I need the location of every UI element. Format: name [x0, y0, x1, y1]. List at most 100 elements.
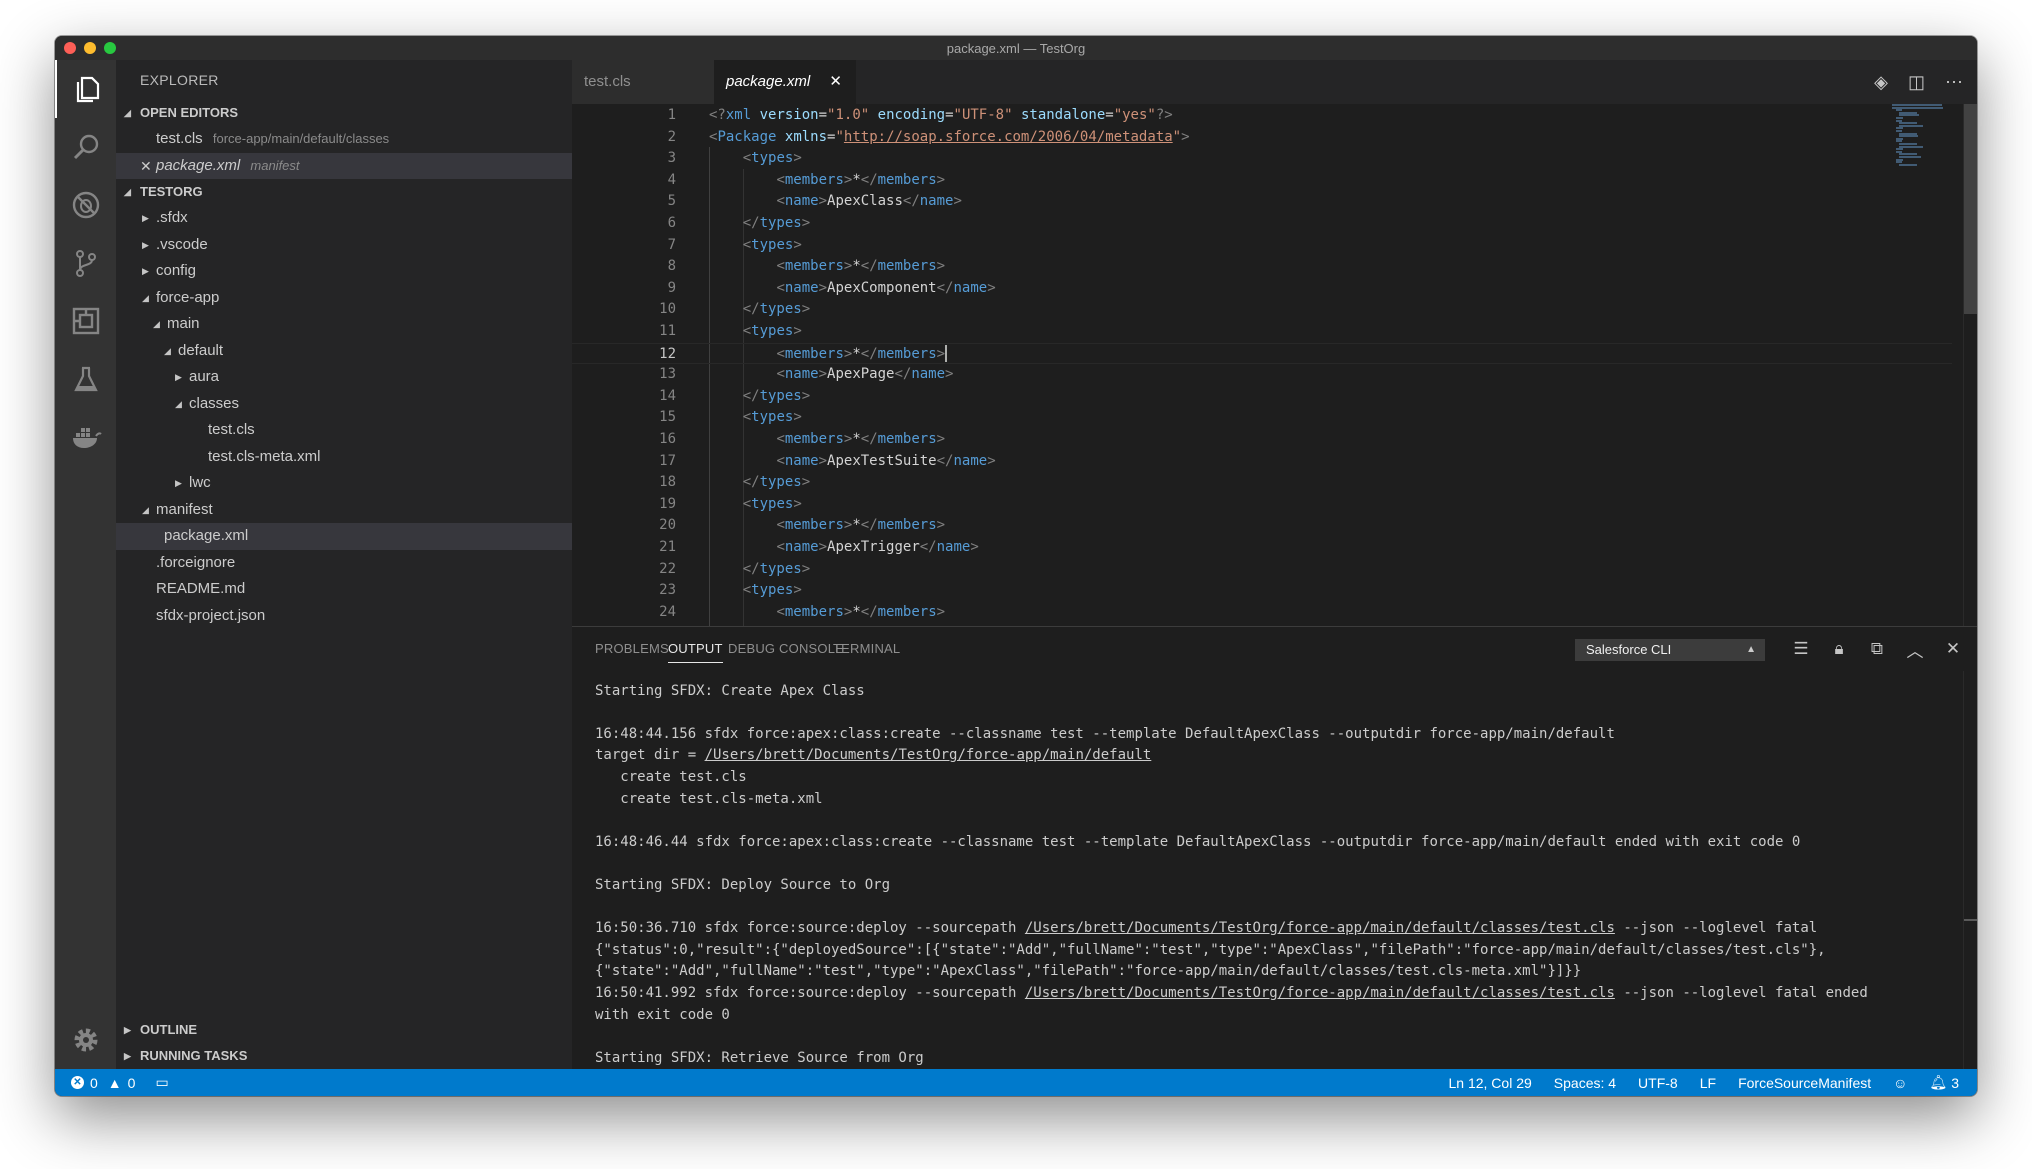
- panel-scrollbar[interactable]: [1963, 671, 1977, 1070]
- scrollbar-thumb[interactable]: [1964, 104, 1977, 314]
- tree-item[interactable]: ◢ manifest: [116, 497, 572, 524]
- output-channel-select[interactable]: Salesforce CLI ▲: [1575, 639, 1765, 661]
- minimap[interactable]: [1892, 104, 1952, 174]
- manage-activity[interactable]: [55, 1011, 116, 1069]
- code-text: <name>ApexClass</name>: [776, 193, 962, 210]
- tree-item[interactable]: .forceignore: [116, 550, 572, 577]
- lock-icon[interactable]: 🔒︎: [1820, 639, 1858, 659]
- indentation[interactable]: Spaces: 4: [1554, 1075, 1616, 1091]
- tab-output[interactable]: OUTPUT: [668, 627, 723, 671]
- line-number: 16: [659, 431, 676, 447]
- debug-activity[interactable]: [55, 176, 116, 234]
- chevron-right-icon[interactable]: ▶: [142, 258, 149, 285]
- window-minimize-button[interactable]: [84, 42, 96, 54]
- tree-item[interactable]: ◢ default: [116, 338, 572, 365]
- status-problems[interactable]: ✕ 0 ▲ 0 ▭: [71, 1069, 169, 1096]
- split-editor-icon[interactable]: ◫: [1908, 72, 1925, 93]
- line-number: 4: [667, 171, 676, 188]
- file-path-link[interactable]: /Users/brett/Documents/TestOrg/force-app…: [705, 747, 1152, 763]
- chevron-up-icon[interactable]: ︿: [1896, 637, 1934, 662]
- file-path-link[interactable]: /Users/brett/Documents/TestOrg/force-app…: [1025, 920, 1615, 936]
- select-arrows-icon: ▲: [1746, 644, 1756, 655]
- file-path-link[interactable]: /Users/brett/Documents/TestOrg/force-app…: [1025, 985, 1615, 1001]
- clear-output-icon[interactable]: ☰: [1782, 639, 1820, 659]
- tab-test-cls[interactable]: test.cls: [572, 60, 714, 104]
- tree-item[interactable]: ▶ .vscode: [116, 232, 572, 259]
- chevron-down-icon[interactable]: ◢: [153, 311, 160, 338]
- chevron-right-icon[interactable]: ▶: [142, 232, 149, 259]
- running-tasks-section-header[interactable]: ▶ RUNNING TASKS: [116, 1043, 572, 1069]
- window-title: package.xml — TestOrg: [946, 40, 1086, 56]
- chevron-down-icon[interactable]: ◢: [142, 285, 149, 312]
- cursor-position[interactable]: Ln 12, Col 29: [1448, 1075, 1531, 1091]
- tree-item-label: config: [156, 262, 197, 279]
- open-editor-name: test.cls: [156, 130, 203, 147]
- panel-tab-bar: PROBLEMS OUTPUT DEBUG CONSOLE TERMINAL S…: [572, 627, 1977, 671]
- chevron-right-icon[interactable]: ▶: [175, 470, 182, 497]
- feedback-icon[interactable]: ☺: [1893, 1075, 1907, 1091]
- open-editor-path: force-app/main/default/classes: [212, 131, 390, 146]
- tab-terminal[interactable]: TERMINAL: [833, 627, 900, 671]
- more-actions-icon[interactable]: ⋯: [1945, 72, 1963, 93]
- docker-activity[interactable]: [55, 408, 116, 466]
- open-editors-section-header[interactable]: ◢ OPEN EDITORS: [116, 100, 572, 126]
- project-section-header[interactable]: ◢ TESTORG: [116, 179, 572, 205]
- window-close-button[interactable]: [64, 42, 76, 54]
- window-maximize-button[interactable]: [104, 42, 116, 54]
- close-icon[interactable]: ✕: [829, 60, 842, 104]
- chevron-right-icon: ▶: [124, 1025, 131, 1035]
- tree-item[interactable]: ◢ force-app: [116, 285, 572, 312]
- tab-package-xml[interactable]: package.xml ✕: [714, 60, 856, 104]
- tree-item[interactable]: test.cls-meta.xml: [116, 444, 572, 471]
- outline-section-header[interactable]: ▶ OUTLINE: [116, 1017, 572, 1043]
- code-line: 6 </types>: [572, 213, 1952, 235]
- encoding[interactable]: UTF-8: [1638, 1075, 1678, 1091]
- output-line: 16:48:46.44 sfdx force:apex:class:create…: [595, 833, 1801, 850]
- tab-label: package.xml: [726, 73, 811, 90]
- tree-item[interactable]: ▶ .sfdx: [116, 205, 572, 232]
- tree-item[interactable]: ▶ aura: [116, 364, 572, 391]
- sfdx-context[interactable]: ForceSourceManifest: [1738, 1075, 1871, 1091]
- extensions-activity[interactable]: [55, 292, 116, 350]
- window-controls: [64, 42, 116, 54]
- output-view[interactable]: Starting SFDX: Create Apex Class 16:48:44…: [572, 671, 1952, 1070]
- tree-item-label: main: [167, 315, 200, 332]
- tree-item[interactable]: test.cls: [116, 417, 572, 444]
- chevron-down-icon[interactable]: ◢: [164, 338, 171, 365]
- tree-item[interactable]: ◢ main: [116, 311, 572, 338]
- code-line: 5 <name>ApexClass</name>: [572, 191, 1952, 213]
- test-activity[interactable]: [55, 350, 116, 408]
- code-editor[interactable]: 1 <?xml version="1.0" encoding="UTF-8" st…: [572, 104, 1952, 626]
- chevron-right-icon[interactable]: ▶: [175, 364, 182, 391]
- open-log-icon[interactable]: ⧉: [1858, 639, 1896, 659]
- terminal-icon[interactable]: ▭: [155, 1074, 168, 1091]
- open-editor-item[interactable]: ✕ package.xml manifest: [116, 152, 572, 180]
- tree-item[interactable]: ▶ lwc: [116, 470, 572, 497]
- tab-debug-console[interactable]: DEBUG CONSOLE: [728, 627, 844, 671]
- notifications[interactable]: 🔔︎ 3: [1929, 1074, 1959, 1091]
- tab-problems[interactable]: PROBLEMS: [595, 627, 669, 671]
- line-number: 8: [667, 258, 676, 275]
- close-icon[interactable]: ✕: [140, 153, 152, 180]
- chevron-right-icon[interactable]: ▶: [142, 205, 149, 232]
- editor-scrollbar[interactable]: [1963, 104, 1977, 626]
- chevron-down-icon[interactable]: ◢: [175, 391, 182, 418]
- tree-item[interactable]: README.md: [116, 576, 572, 603]
- source-control-activity[interactable]: [55, 234, 116, 292]
- tree-item[interactable]: sfdx-project.json: [116, 603, 572, 630]
- tree-item-label: lwc: [189, 474, 211, 491]
- tree-item[interactable]: ◢ classes: [116, 391, 572, 418]
- code-line: 1 <?xml version="1.0" encoding="UTF-8" st…: [572, 105, 1952, 127]
- open-changes-icon[interactable]: ◈: [1874, 72, 1888, 93]
- close-icon[interactable]: ✕: [1934, 639, 1972, 659]
- line-number: 1: [667, 107, 676, 123]
- tree-item[interactable]: ▶ config: [116, 258, 572, 285]
- end-of-line[interactable]: LF: [1700, 1075, 1716, 1091]
- chevron-down-icon[interactable]: ◢: [142, 497, 149, 524]
- explorer-activity[interactable]: [55, 60, 116, 118]
- tree-item[interactable]: package.xml: [116, 523, 572, 550]
- open-editor-item[interactable]: test.cls force-app/main/default/classes: [116, 126, 572, 153]
- tree-item-label: .sfdx: [156, 209, 188, 226]
- search-activity[interactable]: [55, 118, 116, 176]
- source-control-icon: [75, 250, 96, 277]
